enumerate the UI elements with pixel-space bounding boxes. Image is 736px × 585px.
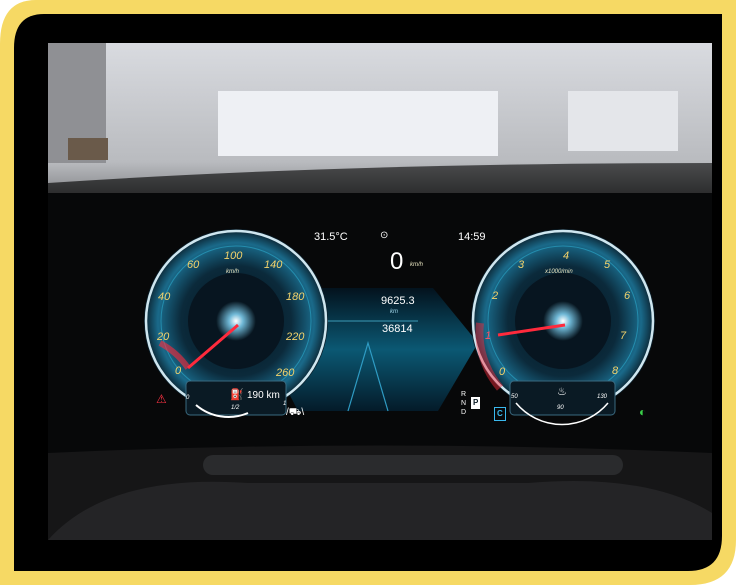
speed-value: 0: [390, 248, 404, 275]
clock: 14:59: [458, 231, 486, 243]
speedometer-unit: km/h: [226, 269, 240, 275]
rpm-tick: 6: [624, 290, 631, 302]
low-beam-icon: ◐: [639, 405, 647, 419]
rpm-tick: 2: [492, 290, 499, 302]
speed-tick: 40: [158, 291, 171, 303]
temp-scale-mid: 90: [557, 405, 564, 411]
speed-tick: 220: [286, 331, 305, 343]
drive-mode-indicator: C: [494, 407, 506, 421]
speed-tick: 140: [264, 259, 283, 271]
fuel-pump-icon: ⛽: [230, 389, 244, 401]
range-value: 190 km: [247, 390, 280, 401]
outside-temperature: 31.5°C: [314, 231, 348, 243]
rpm-tick: 5: [604, 259, 611, 271]
coolant-temp-icon: ♨: [557, 386, 567, 398]
temp-scale-high: 130: [597, 394, 608, 400]
gear-d: D: [461, 409, 467, 416]
total-odometer: 36814: [382, 323, 413, 335]
rpm-tick: 1: [485, 330, 492, 342]
speed-tick: 20: [157, 331, 170, 343]
temp-scale-low: 50: [511, 394, 518, 400]
lane-assist-icon: /⛟\: [286, 407, 305, 418]
speed-unit: km/h: [410, 262, 424, 268]
seatbelt-warning-icon: ⚠: [156, 392, 167, 406]
rpm-tick: 4: [563, 250, 570, 262]
rpm-tick: 8: [612, 365, 619, 377]
cruise-icon: ⊙: [380, 230, 389, 241]
fuel-half-label: 1/2: [231, 405, 240, 411]
speed-tick: 180: [286, 291, 305, 303]
speed-tick: 260: [276, 367, 295, 379]
rpm-tick: 0: [499, 366, 506, 378]
rpm-tick: 3: [518, 259, 525, 271]
speed-tick: 0: [175, 365, 182, 377]
speed-tick: 60: [187, 259, 200, 271]
dashboard-photo: 31.5°C 14:59 ⊙ 0 km/h 9625.3 km 36814 0 …: [48, 43, 712, 540]
speed-tick: 100: [224, 250, 243, 262]
tachometer-unit: x1000/min: [545, 269, 573, 275]
trip-odometer: 9625.3: [381, 295, 415, 307]
trip-unit: km: [390, 309, 398, 315]
gear-p-indicator: P: [471, 397, 481, 409]
rpm-tick: 7: [620, 330, 627, 342]
fuel-empty-label: 0: [186, 395, 190, 401]
